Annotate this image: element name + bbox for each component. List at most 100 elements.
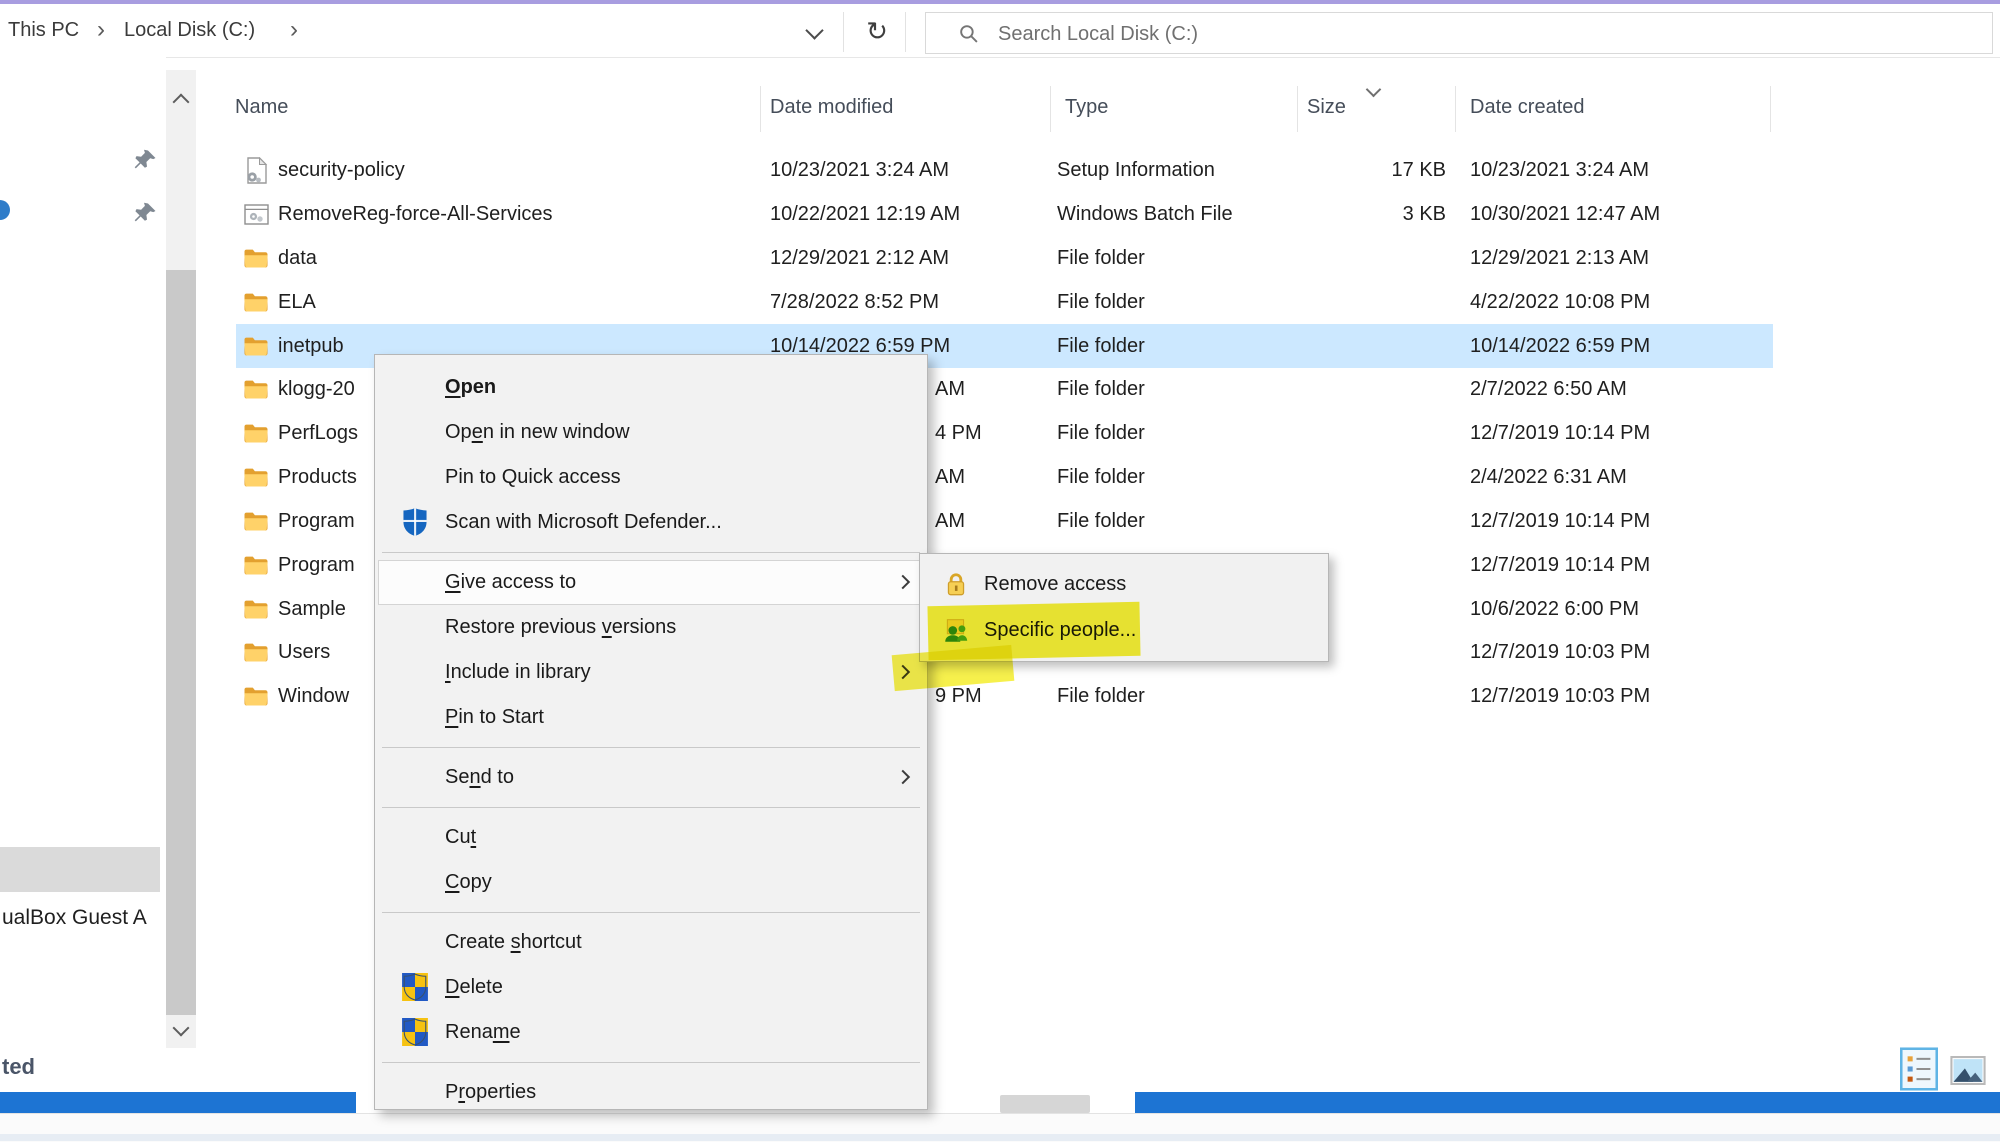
context-menu-item[interactable]: Send to [375, 755, 927, 800]
address-bar-divider [905, 12, 906, 52]
column-header-date-modified[interactable]: Date modified [770, 96, 893, 119]
file-size [1300, 499, 1446, 543]
file-row[interactable]: Program AM File folder 12/7/2019 10:14 P… [0, 499, 2000, 543]
menu-item-label: Specific people... [984, 617, 1136, 643]
file-date-created: 12/7/2019 10:03 PM [1470, 674, 1650, 718]
scroll-down-icon[interactable] [173, 1020, 190, 1037]
context-menu-item[interactable]: Open [375, 365, 927, 410]
file-row[interactable]: Window 9 PM File folder 12/7/2019 10:03 … [0, 674, 2000, 718]
details-view-button[interactable] [1900, 1046, 1938, 1097]
file-row[interactable]: ELA 7/28/2022 8:52 PM File folder 4/22/2… [0, 280, 2000, 324]
context-menu-item[interactable]: Scan with Microsoft Defender... [375, 500, 927, 545]
file-row[interactable]: klogg-20 AM File folder 2/7/2022 6:50 AM [0, 367, 2000, 411]
context-menu-item[interactable]: Give access to [375, 560, 927, 605]
file-type: File folder [1057, 674, 1292, 718]
breadcrumb-local-disk[interactable]: Local Disk (C:) [124, 4, 255, 57]
folder-icon [244, 337, 268, 356]
file-row[interactable]: inetpub 10/14/2022 6:59 PM File folder 1… [0, 324, 2000, 368]
file-row[interactable]: security-policy 10/23/2021 3:24 AM Setup… [0, 148, 2000, 192]
file-type: File folder [1057, 411, 1292, 455]
menu-item-label: Cut [445, 824, 476, 850]
progress-bar [1135, 1092, 2000, 1113]
background-window-bar [0, 847, 160, 892]
column-header-size[interactable]: Size [1307, 96, 1346, 119]
file-name: inetpub [278, 324, 344, 368]
folder-icon [244, 556, 268, 575]
file-type: File folder [1057, 455, 1292, 499]
column-divider[interactable] [1050, 86, 1051, 132]
defender-shield-icon [401, 507, 429, 537]
file-row[interactable]: Products AM File folder 2/4/2022 6:31 AM [0, 455, 2000, 499]
search-box[interactable] [925, 12, 1993, 54]
breadcrumb-separator-icon[interactable]: › [97, 3, 105, 56]
file-size: 17 KB [1300, 148, 1446, 192]
address-bar: This PC › Local Disk (C:) › ↻ [0, 4, 2000, 58]
folder-icon [244, 512, 268, 531]
file-type: File folder [1057, 236, 1292, 280]
context-menu-item[interactable]: Pin to Start [375, 695, 927, 740]
breadcrumb-this-pc[interactable]: This PC [8, 4, 79, 57]
file-row[interactable]: PerfLogs 4 PM File folder 12/7/2019 10:1… [0, 411, 2000, 455]
address-dropdown-chevron-icon[interactable] [805, 21, 823, 39]
column-divider[interactable] [1455, 86, 1456, 132]
file-date-created: 10/30/2021 12:47 AM [1470, 192, 1660, 236]
context-menu-item[interactable]: Open in new window [375, 410, 927, 455]
context-menu-item[interactable]: Delete [375, 965, 927, 1010]
context-menu-item[interactable]: Create shortcut [375, 920, 927, 965]
file-name: RemoveReg-force-All-Services [278, 192, 553, 236]
column-divider[interactable] [1297, 86, 1298, 132]
file-name: Program [278, 543, 355, 587]
background-window-title-fragment: ualBox Guest A [2, 906, 147, 930]
menu-item-icon-slot [399, 417, 431, 447]
file-date-modified: 10/23/2021 3:24 AM [770, 148, 1050, 192]
file-icon-slot [242, 156, 270, 184]
file-name: PerfLogs [278, 411, 358, 455]
menu-item-icon-slot [399, 1017, 431, 1047]
context-menu-item[interactable]: Include in library [375, 650, 927, 695]
file-date-modified: 12/29/2021 2:12 AM [770, 236, 1050, 280]
file-icon-slot [242, 288, 270, 316]
context-menu-item[interactable]: Rename [375, 1010, 927, 1055]
column-divider[interactable] [1770, 86, 1771, 132]
submenu-item[interactable]: Specific people... [920, 607, 1328, 653]
scroll-up-icon[interactable] [173, 94, 190, 111]
file-icon-slot [242, 551, 270, 579]
folder-icon [244, 643, 268, 662]
column-header-type[interactable]: Type [1065, 96, 1108, 119]
thumbnails-view-button[interactable] [1950, 1056, 1986, 1090]
menu-item-icon-slot [399, 702, 431, 732]
refresh-button[interactable]: ↻ [858, 12, 896, 52]
breadcrumb-separator-icon[interactable]: › [290, 3, 298, 56]
menu-item-label: Give access to [445, 569, 576, 595]
menu-separator [382, 912, 920, 913]
progress-bar [0, 1092, 356, 1113]
file-date-created: 10/23/2021 3:24 AM [1470, 148, 1649, 192]
menu-item-label: Open in new window [445, 419, 630, 445]
context-menu-item[interactable]: Copy [375, 860, 927, 905]
context-menu-item[interactable]: Cut [375, 815, 927, 860]
setup-information-file-icon [245, 157, 268, 184]
file-name: Program [278, 499, 355, 543]
menu-item-icon-slot [940, 616, 972, 646]
column-header-date-created[interactable]: Date created [1470, 96, 1585, 119]
context-menu-item[interactable]: Pin to Quick access [375, 455, 927, 500]
file-date-created: 12/7/2019 10:14 PM [1470, 411, 1650, 455]
thumbnails-view-icon [1950, 1056, 1986, 1085]
file-name: Sample [278, 587, 346, 631]
menu-item-label: Pin to Start [445, 704, 544, 730]
file-icon-slot [242, 332, 270, 360]
file-date-created: 12/7/2019 10:03 PM [1470, 630, 1650, 674]
file-row[interactable]: RemoveReg-force-All-Services 10/22/2021 … [0, 192, 2000, 236]
uac-shield-icon [402, 973, 428, 1001]
search-input[interactable] [996, 14, 1960, 54]
file-icon-slot [242, 595, 270, 623]
file-row[interactable]: data 12/29/2021 2:12 AM File folder 12/2… [0, 236, 2000, 280]
address-bar-divider [843, 12, 844, 52]
context-menu-item[interactable]: Properties [375, 1070, 927, 1110]
file-type: Windows Batch File [1057, 192, 1292, 236]
submenu-item[interactable]: Remove access [920, 561, 1328, 607]
column-divider[interactable] [760, 86, 761, 132]
column-header-name[interactable]: Name [235, 96, 288, 119]
menu-item-label: Rename [445, 1019, 521, 1045]
context-menu-item[interactable]: Restore previous versions [375, 605, 927, 650]
